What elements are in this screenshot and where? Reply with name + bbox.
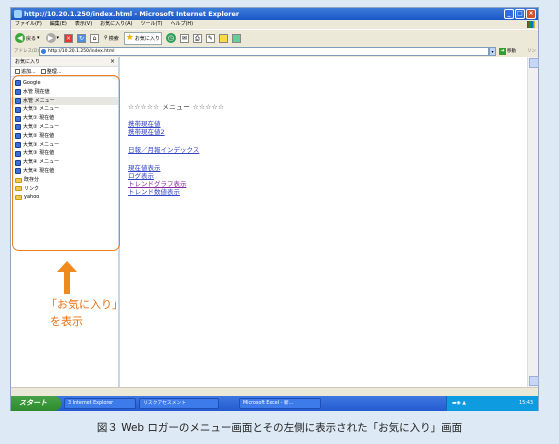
taskbar: スタート 3 Internet Explorer リスクアセスメント Micro…	[11, 396, 538, 411]
address-label: アドレス(D)	[14, 49, 39, 54]
menu-favorites[interactable]: お気に入り(A)	[100, 20, 132, 29]
stop-icon[interactable]: ×	[64, 33, 74, 43]
favorites-button[interactable]: ★ お気に入り	[123, 31, 162, 45]
edit-icon[interactable]: ✎	[205, 33, 215, 43]
address-input[interactable]: http://10.20.1.250/index.html	[39, 47, 489, 56]
taskbar-ie[interactable]: 3 Internet Explorer	[64, 398, 136, 409]
clock: 15:43	[519, 401, 533, 406]
annotation-label: 「お気に入り」 を表示	[46, 296, 123, 330]
back-arrow-icon: ◀	[15, 33, 25, 43]
minimize-button[interactable]: _	[504, 9, 514, 19]
menu-title: ☆☆☆☆☆ メニュー ☆☆☆☆☆	[128, 103, 225, 111]
annotation-line-1: 「お気に入り」	[46, 298, 123, 311]
address-dropdown-icon[interactable]: ▾	[489, 47, 496, 56]
back-button[interactable]: ◀ 戻る ▾	[14, 32, 41, 45]
menu-help[interactable]: ヘルプ(H)	[170, 20, 193, 29]
search-button[interactable]: ⚲ 検索	[103, 32, 120, 45]
up-arrow-icon	[57, 261, 77, 294]
search-icon: ⚲	[104, 35, 108, 41]
taskbar-excel[interactable]: Microsoft Excel - 新...	[239, 398, 321, 409]
maximize-button[interactable]: □	[515, 9, 525, 19]
refresh-icon[interactable]: ↻	[77, 33, 87, 43]
taskbar-risk-assessment[interactable]: リスクアセスメント	[139, 398, 219, 409]
window-title: http://10.20.1.250/index.html - Microsof…	[24, 10, 240, 18]
menu-view[interactable]: 表示(V)	[75, 20, 92, 29]
forward-arrow-icon: ▶	[45, 33, 56, 43]
folder-icon[interactable]	[218, 33, 228, 43]
favorites-header: お気に入り ×	[11, 57, 118, 67]
start-button[interactable]: スタート	[11, 396, 61, 411]
favorites-title: お気に入り	[15, 59, 41, 65]
search-label: 検索	[108, 35, 119, 42]
address-url: http://10.20.1.250/index.html	[48, 49, 115, 54]
figure-caption: 図３ Web ロガーのメニュー画面とその左側に表示された「お気に入り」画面	[96, 422, 463, 434]
chevron-down-icon: ▾	[37, 35, 40, 41]
toolbar: ◀ 戻る ▾ ▶ ▾ × ↻ ⌂ ⚲ 検索 ★ お気に入り ◷ ✉ ⎙ ✎	[11, 29, 538, 46]
vertical-scrollbar[interactable]	[527, 57, 539, 387]
favorites-label: お気に入り	[134, 35, 160, 42]
system-tray: ▬◉ ▲ 15:43	[446, 396, 538, 411]
favorites-highlight-box	[12, 75, 120, 251]
menu-file[interactable]: ファイル(F)	[15, 20, 42, 29]
ie-app-icon	[14, 10, 22, 18]
address-bar: アドレス(D) http://10.20.1.250/index.html ▾ …	[11, 46, 538, 65]
print-icon[interactable]: ⎙	[192, 33, 202, 43]
mail-icon[interactable]: ✉	[179, 33, 189, 43]
title-bar: http://10.20.1.250/index.html - Microsof…	[11, 8, 538, 20]
annotation-line-2: を表示	[50, 315, 83, 328]
organize-icon	[40, 69, 46, 74]
window-controls: _ □ ×	[504, 9, 536, 19]
page-content: ☆☆☆☆☆ メニュー ☆☆☆☆☆ 携帯現在値 携帯現在値2 日報／月報インデック…	[122, 57, 538, 387]
link-trend-values[interactable]: トレンド数値表示	[128, 188, 180, 197]
menu-edit[interactable]: 編集(E)	[50, 20, 67, 29]
close-button[interactable]: ×	[526, 9, 536, 19]
go-label: 移動	[507, 49, 516, 54]
go-button[interactable]: ➜ 移動	[499, 47, 516, 56]
history-icon[interactable]: ◷	[165, 33, 176, 43]
windows-logo-icon	[527, 21, 535, 28]
menu-bar: ファイル(F) 編集(E) 表示(V) お気に入り(A) ツール(T) ヘルプ(…	[11, 20, 538, 29]
back-label: 戻る	[26, 35, 37, 42]
favorites-close-icon[interactable]: ×	[110, 57, 115, 67]
add-icon	[15, 69, 20, 74]
home-icon[interactable]: ⌂	[90, 33, 100, 43]
tray-icons[interactable]: ▬◉ ▲	[452, 401, 466, 406]
link-mobile-current-2[interactable]: 携帯現在値2	[128, 128, 165, 137]
link-daily-monthly-index[interactable]: 日報／月報インデックス	[128, 146, 199, 155]
chevron-down-icon: ▾	[56, 35, 60, 41]
messenger-icon[interactable]	[231, 33, 241, 43]
menu-tools[interactable]: ツール(T)	[141, 20, 163, 29]
page-icon	[41, 49, 46, 54]
favorites-star-icon: ★	[125, 33, 134, 43]
go-arrow-icon: ➜	[499, 48, 506, 55]
forward-button[interactable]: ▶ ▾	[45, 32, 61, 45]
status-bar	[11, 387, 538, 396]
